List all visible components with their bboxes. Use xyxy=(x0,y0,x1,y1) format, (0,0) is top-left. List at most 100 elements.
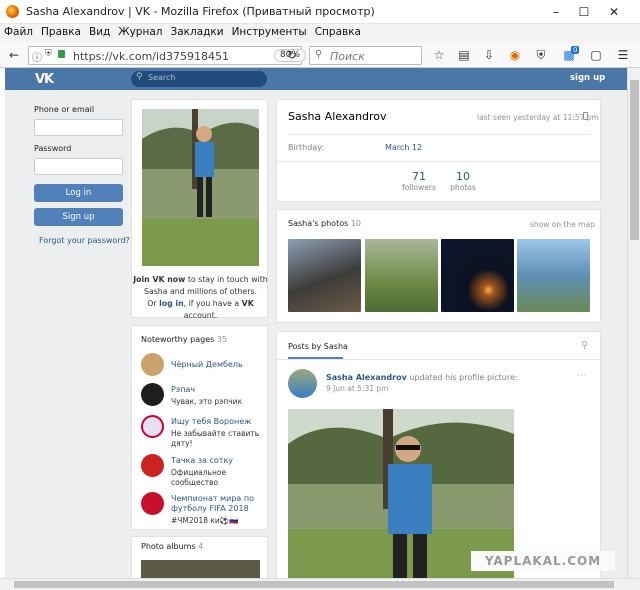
noteworthy-item-name[interactable]: Тачка за сотку xyxy=(171,456,233,465)
password-label: Password xyxy=(34,144,72,153)
birthday-value[interactable]: March 12 xyxy=(385,143,422,152)
photo-thumbnail[interactable] xyxy=(288,239,361,312)
avatar[interactable] xyxy=(141,353,164,376)
photo-thumbnail[interactable] xyxy=(365,239,438,312)
vk-search-placeholder: Search xyxy=(148,73,176,82)
duckduckgo-icon[interactable]: ◉ xyxy=(506,47,524,64)
tab-posts[interactable]: Posts by Sasha xyxy=(288,342,348,351)
scrollbar-thumb[interactable] xyxy=(14,581,614,588)
menu-file[interactable]: Файл xyxy=(0,24,37,38)
post-time[interactable]: 9 Jun at 5:31 pm xyxy=(326,384,388,393)
join-line1: to stay in touch with xyxy=(185,275,268,284)
photos-card: Sasha's photos 10 show on the map xyxy=(276,209,601,323)
join-line3-end: account. xyxy=(183,311,218,320)
bookmark-star-icon[interactable]: ☆ xyxy=(430,47,448,64)
avatar[interactable] xyxy=(141,454,164,477)
post-action: updated his profile picture: xyxy=(406,373,518,382)
followers-counter[interactable]: 71 followers xyxy=(399,170,439,192)
search-icon[interactable]: ⚲ xyxy=(581,340,588,351)
search-icon: ⚲ xyxy=(315,49,323,60)
url-bar[interactable]: ⓘ ⛨ https://vk.com/id375918451 80% xyxy=(28,46,307,65)
join-prompt: Join VK now to stay in touch with Sasha … xyxy=(132,274,269,322)
avatar[interactable] xyxy=(141,383,164,406)
close-button[interactable]: ✕ xyxy=(605,3,623,21)
show-on-map-link[interactable]: show on the map xyxy=(530,220,595,229)
birthday-label: Birthday: xyxy=(288,143,325,152)
vertical-scrollbar[interactable] xyxy=(627,68,640,578)
maximize-button[interactable]: ☐ xyxy=(575,3,593,21)
divider xyxy=(277,359,602,360)
search-input[interactable]: ⚲ Поиск xyxy=(309,46,422,65)
search-icon: ⚲ xyxy=(136,72,143,82)
library-icon[interactable]: ▤ xyxy=(455,47,473,64)
albums-count: 4 xyxy=(198,542,204,551)
url-text[interactable]: https://vk.com/id375918451 xyxy=(73,50,229,63)
menu-view[interactable]: Вид xyxy=(85,24,114,38)
watermark: YAPLAKAL.COM xyxy=(471,551,615,571)
reload-icon[interactable]: ↻ xyxy=(283,47,301,64)
join-login-link[interactable]: log in xyxy=(159,299,184,308)
horizontal-scrollbar[interactable] xyxy=(0,578,640,590)
noteworthy-title-text: Noteworthy pages xyxy=(141,335,215,344)
menu-edit[interactable]: Правка xyxy=(37,24,85,38)
avatar[interactable] xyxy=(141,415,164,438)
noteworthy-pages-card: Noteworthy pages 35 Чёрный Дембель Рэпач… xyxy=(131,325,268,530)
noteworthy-item-desc: #ЧМ2018 ки⚽🇷🇺 xyxy=(171,516,239,525)
password-input[interactable] xyxy=(34,158,123,175)
info-icon[interactable]: ⓘ xyxy=(32,49,42,64)
shield-icon[interactable]: ⛨ xyxy=(532,47,550,64)
noteworthy-item-name[interactable]: Чемпионат мира по футболу FIFA 2018 xyxy=(171,494,266,514)
profile-photo[interactable] xyxy=(142,109,259,266)
download-icon[interactable]: ⇩ xyxy=(480,47,498,64)
vk-logo[interactable]: VK xyxy=(35,72,54,87)
back-arrow-icon[interactable]: ← xyxy=(5,47,23,64)
vk-header: VK ⚲ Search sign up xyxy=(5,68,627,90)
photos-count: 10 xyxy=(456,170,470,183)
noteworthy-item-name[interactable]: Рэпач xyxy=(171,385,195,394)
signup-button[interactable]: Sign up xyxy=(34,208,123,226)
profile-info-card: Sasha Alexandrov last seen yesterday at … xyxy=(276,99,602,202)
lock-icon xyxy=(58,50,65,58)
noteworthy-item-desc: Чувак, это рэпчик xyxy=(171,397,242,406)
header-signup-link[interactable]: sign up xyxy=(570,73,605,83)
avatar[interactable] xyxy=(141,492,164,515)
vk-search-input[interactable]: ⚲ Search xyxy=(131,71,267,87)
menu-bar: Файл Правка Вид Журнал Закладки Инструменты Сп… xyxy=(0,24,640,43)
join-line3-mid: , if you have a xyxy=(183,299,242,308)
photo-thumbnail[interactable] xyxy=(517,239,590,312)
minimize-button[interactable]: – xyxy=(547,3,565,21)
noteworthy-title: Noteworthy pages 35 xyxy=(141,335,227,344)
post-header: Sasha Alexandrov updated his profile pic… xyxy=(326,373,518,382)
forgot-password-link[interactable]: Forgot your password? xyxy=(39,236,130,245)
join-vk-bold: VK xyxy=(241,299,254,308)
noteworthy-item-name[interactable]: Чёрный Дембель xyxy=(171,360,243,369)
menu-bookmarks[interactable]: Закладки xyxy=(166,24,227,38)
album-cover[interactable] xyxy=(141,560,260,578)
noteworthy-count: 35 xyxy=(216,335,228,344)
photos-counter[interactable]: 10 photos xyxy=(444,170,482,192)
photo-thumbnail[interactable] xyxy=(441,239,514,312)
post-more-button[interactable]: ··· xyxy=(577,371,586,381)
followers-count: 71 xyxy=(412,170,426,183)
search-placeholder: Поиск xyxy=(330,50,365,63)
hamburger-menu-icon[interactable]: ☰ xyxy=(614,47,632,64)
menu-help[interactable]: Справка xyxy=(311,24,365,38)
scrollbar-thumb[interactable] xyxy=(630,80,639,240)
navigation-toolbar: ← ⓘ ⛨ https://vk.com/id375918451 80% ↻ ⚲… xyxy=(0,43,640,68)
avatar-card: Join VK now to stay in touch with Sasha … xyxy=(131,99,268,320)
menu-history[interactable]: Журнал xyxy=(114,24,166,38)
window-titlebar: Sasha Alexandrov | VK - Mozilla Firefox … xyxy=(0,0,640,24)
login-button[interactable]: Log in xyxy=(34,184,123,202)
photos-title-count: 10 xyxy=(350,219,362,228)
page-icon[interactable]: ▢ xyxy=(587,47,605,64)
menu-tools[interactable]: Инструменты xyxy=(228,24,311,38)
post-author-link[interactable]: Sasha Alexandrov xyxy=(326,373,407,382)
noteworthy-item-desc: Официальное сообщество xyxy=(171,468,227,487)
avatar[interactable] xyxy=(288,369,317,398)
phone-input[interactable] xyxy=(34,119,123,136)
join-line2: Sasha and millions of others. xyxy=(144,287,257,296)
divider xyxy=(288,134,591,135)
tracking-shield-icon[interactable]: ⛨ xyxy=(45,49,52,59)
noteworthy-item-name[interactable]: Ищу тебя Воронеж xyxy=(171,417,251,426)
join-bold[interactable]: Join VK now xyxy=(133,275,185,284)
